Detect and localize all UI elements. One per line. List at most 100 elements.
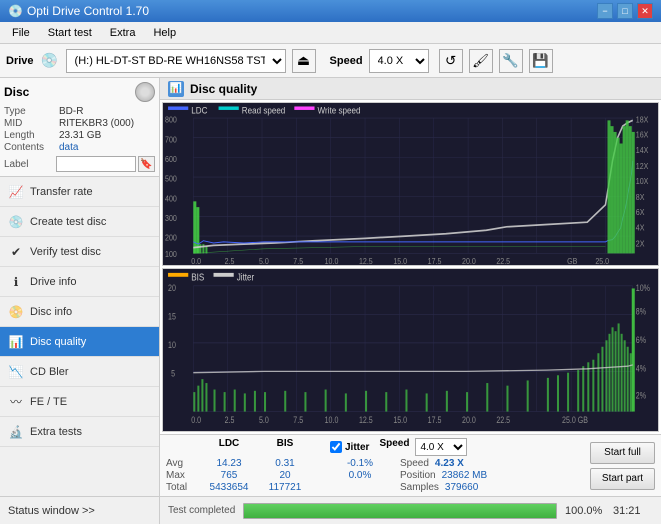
start-part-button[interactable]: Start part	[590, 468, 655, 490]
progress-bar	[243, 503, 557, 519]
charts-area: LDC Read speed Write speed	[160, 100, 661, 434]
svg-text:8%: 8%	[636, 307, 646, 317]
action-buttons: Start full Start part	[584, 435, 661, 496]
svg-text:700: 700	[165, 135, 177, 145]
svg-text:4%: 4%	[636, 364, 646, 374]
svg-text:100: 100	[165, 249, 177, 259]
disc-mid-label: MID	[4, 118, 59, 129]
menu-extra[interactable]: Extra	[102, 25, 144, 41]
menu-file[interactable]: File	[4, 25, 38, 41]
bis-chart-svg: BIS Jitter	[163, 269, 658, 431]
svg-text:Read speed: Read speed	[242, 105, 286, 116]
avg-ldc: 14.23	[200, 458, 258, 469]
bottom-area: LDC BIS Jitter Speed 4.0 X Avg 14.23	[160, 434, 661, 524]
disc-mid-value: RITEKBR3 (000)	[59, 118, 134, 129]
svg-text:2X: 2X	[636, 239, 645, 249]
samples-value: 379660	[445, 482, 478, 493]
sidebar-item-transfer-rate[interactable]: 📈 Transfer rate	[0, 177, 159, 207]
menu-start-test[interactable]: Start test	[40, 25, 100, 41]
svg-text:400: 400	[165, 194, 177, 204]
speed-select[interactable]: 4.0 X	[369, 49, 429, 73]
minimize-button[interactable]: −	[597, 3, 613, 19]
sidebar-item-label-transfer-rate: Transfer rate	[30, 186, 93, 198]
drive-label: Drive	[6, 55, 34, 67]
sidebar-item-extra-tests[interactable]: 🔬 Extra tests	[0, 417, 159, 447]
disc-type-label: Type	[4, 106, 59, 117]
speed-row-label: Speed	[400, 458, 429, 469]
svg-text:300: 300	[165, 214, 177, 224]
sidebar-item-disc-info[interactable]: 📀 Disc info	[0, 297, 159, 327]
bis-chart: BIS Jitter	[162, 268, 659, 432]
svg-text:4X: 4X	[636, 223, 645, 233]
disc-type-value: BD-R	[59, 106, 83, 117]
sidebar-item-verify-test-disc[interactable]: ✔ Verify test disc	[0, 237, 159, 267]
sidebar-item-drive-info[interactable]: ℹ Drive info	[0, 267, 159, 297]
stats-empty-col	[166, 438, 198, 456]
svg-text:10.0: 10.0	[325, 256, 339, 265]
create-test-disc-icon: 💿	[8, 214, 24, 230]
max-bis: 20	[260, 470, 310, 481]
disc-info-icon: 📀	[8, 304, 24, 320]
drive-icon: 💿	[40, 51, 60, 71]
toolbar-btn-4[interactable]: 💾	[529, 49, 553, 73]
progress-percent: 100.0%	[565, 505, 605, 517]
max-jitter: 0.0%	[330, 470, 390, 481]
sidebar-item-label-drive-info: Drive info	[30, 276, 76, 288]
status-window[interactable]: Status window >>	[0, 496, 159, 524]
title-bar-title: 💿 Opti Drive Control 1.70	[8, 4, 149, 18]
progress-time: 31:21	[613, 505, 653, 517]
toolbar-btn-2[interactable]: 🖌	[469, 49, 493, 73]
maximize-button[interactable]: □	[617, 3, 633, 19]
sidebar-item-label-disc-info: Disc info	[30, 306, 72, 318]
extra-tests-icon: 🔬	[8, 424, 24, 440]
disc-label-input[interactable]	[56, 156, 136, 172]
svg-text:2.5: 2.5	[225, 415, 235, 425]
disc-contents-label: Contents	[4, 142, 59, 153]
sidebar-item-fe-te[interactable]: 〰 FE / TE	[0, 387, 159, 417]
svg-text:LDC: LDC	[191, 105, 207, 116]
jitter-checkbox[interactable]	[330, 441, 342, 453]
svg-text:BIS: BIS	[191, 272, 204, 283]
jitter-checkbox-row: Jitter	[330, 438, 369, 456]
svg-text:25.0 GB: 25.0 GB	[562, 415, 588, 425]
transfer-rate-icon: 📈	[8, 184, 24, 200]
svg-text:Write speed: Write speed	[318, 105, 361, 116]
stats-bis-header: BIS	[260, 438, 310, 456]
svg-text:7.5: 7.5	[293, 256, 303, 265]
disc-label-label: Label	[4, 159, 56, 170]
sidebar-item-label-disc-quality: Disc quality	[30, 336, 86, 348]
stats-ldc-header: LDC	[200, 438, 258, 456]
disc-label-btn[interactable]: 🔖	[138, 156, 155, 172]
stats-max-row: Max 765 20 0.0% Position 23862 MB	[166, 470, 578, 481]
svg-text:14X: 14X	[636, 145, 649, 155]
svg-text:15: 15	[168, 312, 176, 322]
svg-text:2%: 2%	[636, 391, 646, 401]
svg-text:17.5: 17.5	[428, 415, 442, 425]
sidebar-item-create-test-disc[interactable]: 💿 Create test disc	[0, 207, 159, 237]
stats-speed-select[interactable]: 4.0 X	[415, 438, 467, 456]
eject-button[interactable]: ⏏	[292, 49, 316, 73]
drive-select[interactable]: (H:) HL-DT-ST BD-RE WH16NS58 TST4	[66, 49, 286, 73]
drive-info-icon: ℹ	[8, 274, 24, 290]
close-button[interactable]: ✕	[637, 3, 653, 19]
svg-text:17.5: 17.5	[428, 256, 442, 265]
toolbar-btn-3[interactable]: 🔧	[499, 49, 523, 73]
sidebar-item-disc-quality[interactable]: 📊 Disc quality	[0, 327, 159, 357]
sidebar-item-cd-bler[interactable]: 📉 CD Bler	[0, 357, 159, 387]
menu-help[interactable]: Help	[145, 25, 184, 41]
disc-quality-header: 📊 Disc quality	[160, 78, 661, 100]
svg-text:800: 800	[165, 115, 177, 125]
total-label: Total	[166, 482, 198, 493]
start-full-button[interactable]: Start full	[590, 442, 655, 464]
svg-text:6X: 6X	[636, 208, 645, 218]
svg-text:500: 500	[165, 174, 177, 184]
sidebar: Disc Type BD-R MID RITEKBR3 (000) Length…	[0, 78, 160, 524]
toolbar-btn-1[interactable]: ↺	[439, 49, 463, 73]
main-layout: Disc Type BD-R MID RITEKBR3 (000) Length…	[0, 78, 661, 524]
disc-label-row: Label 🔖	[4, 156, 155, 172]
disc-length-label: Length	[4, 130, 59, 141]
cd-bler-icon: 📉	[8, 364, 24, 380]
title-bar: 💿 Opti Drive Control 1.70 − □ ✕	[0, 0, 661, 22]
stats-jitter-header: Jitter	[345, 442, 369, 453]
sidebar-item-label-cd-bler: CD Bler	[30, 366, 69, 378]
